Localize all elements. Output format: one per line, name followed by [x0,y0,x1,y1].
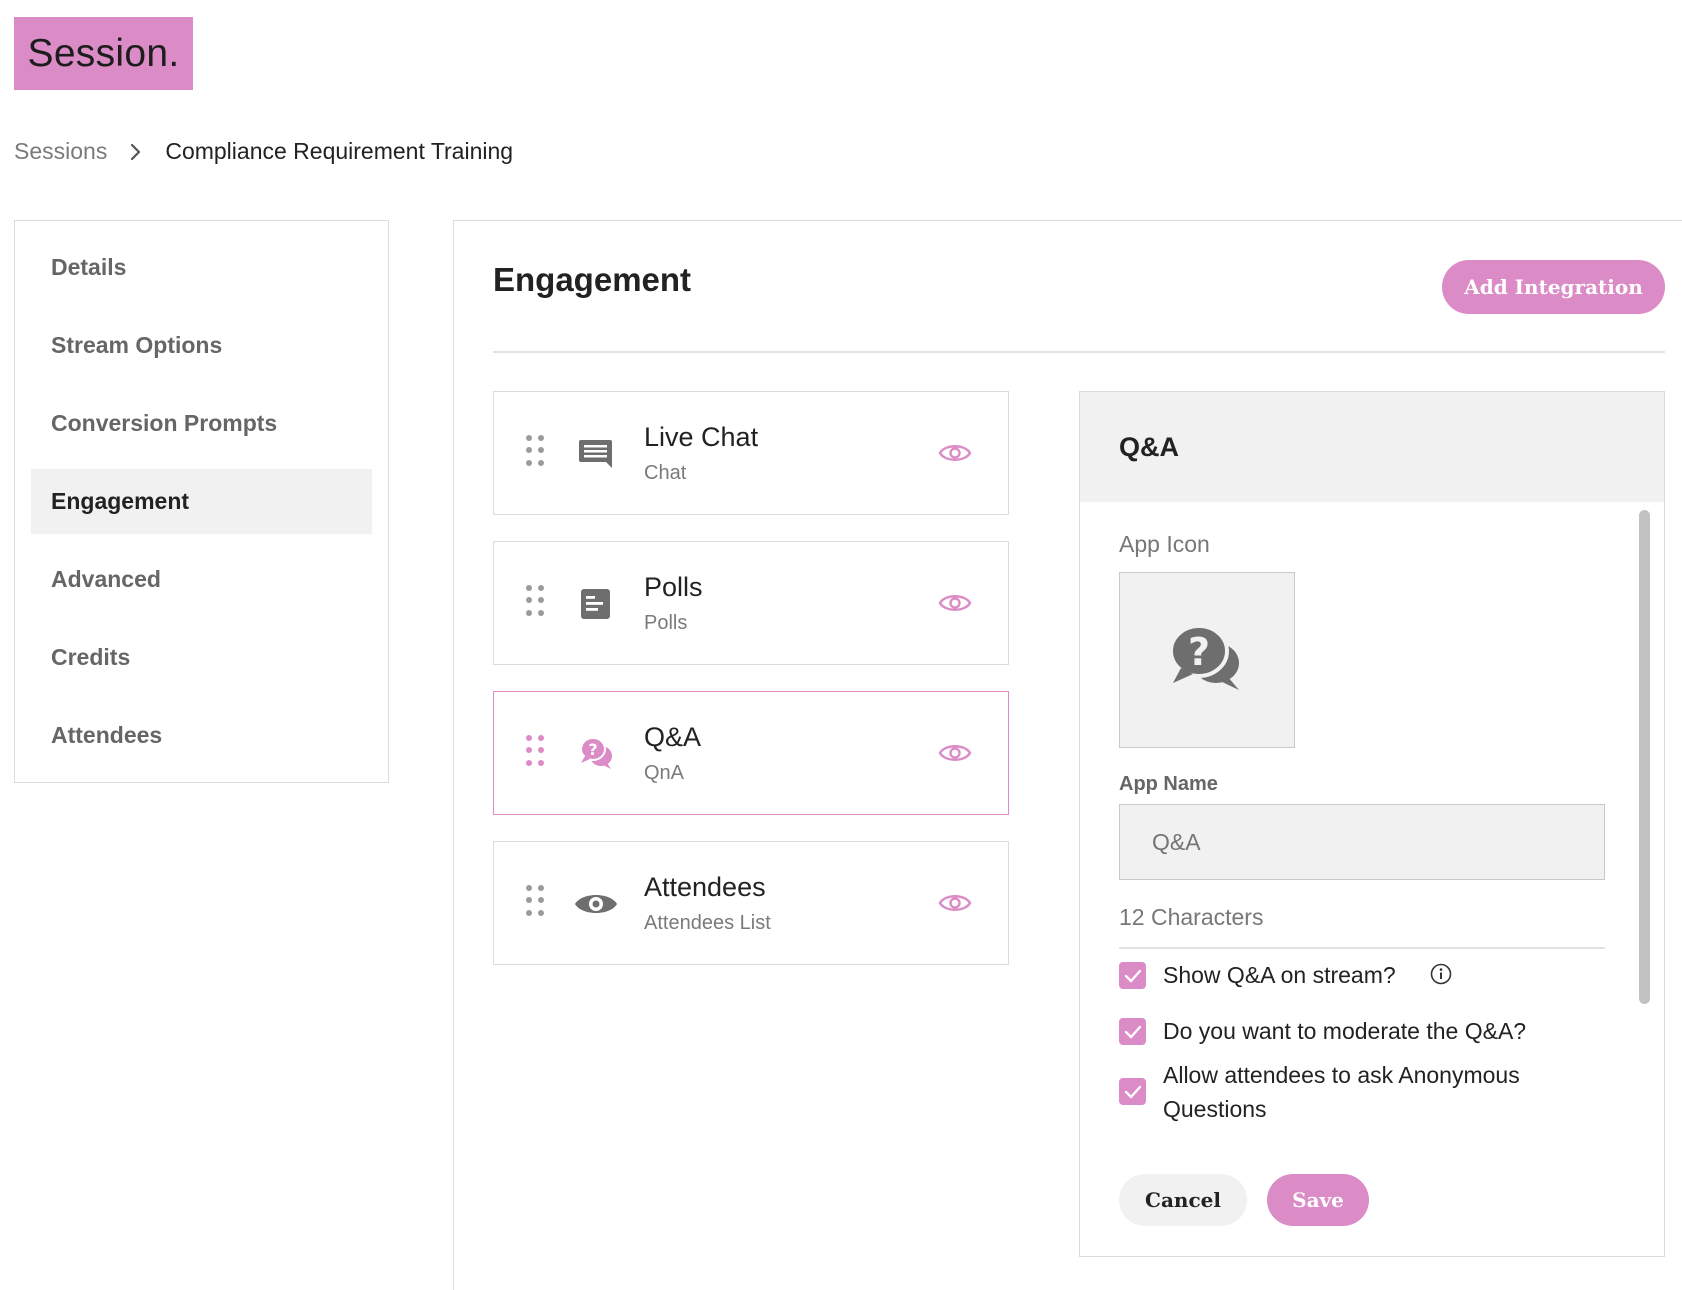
app-icon-label: App Icon [1119,531,1210,557]
question-chat-icon: ? [574,732,618,776]
drag-handle-icon[interactable] [526,885,546,917]
add-integration-button[interactable]: Add Integration [1442,260,1665,314]
option-label: Do you want to moderate the Q&A? [1163,1018,1527,1044]
character-count: 12 Characters [1119,904,1264,930]
app-icon-picker[interactable]: ? [1119,572,1295,748]
anonymous-questions-checkbox[interactable] [1119,1078,1146,1105]
sidebar-item-label: Engagement [51,488,190,514]
app-card-title: Polls [644,572,703,602]
app-card-live-chat[interactable]: Live Chat Chat [493,391,1009,515]
qna-settings-panel: Q&A App Icon ? App Name 12 Characters Sh… [1079,391,1665,1257]
logo-text: Session. [27,31,180,75]
save-button[interactable]: Save [1267,1174,1369,1226]
sidebar-item-conversion-prompts[interactable]: Conversion Prompts [31,391,372,456]
sidebar-item-label: Advanced [51,566,161,592]
drag-handle-icon[interactable] [526,735,546,767]
sidebar-item-attendees[interactable]: Attendees [31,703,372,768]
sidebar-item-engagement[interactable]: Engagement [31,469,372,534]
option-label: Allow attendees to ask Anonymous Questio… [1163,1062,1520,1122]
app-card-subtitle: QnA [644,762,685,784]
sidebar-item-stream-options[interactable]: Stream Options [31,313,372,378]
app-card-title: Attendees [644,872,766,902]
app-card-qna[interactable]: ? Q&A QnA [493,691,1009,815]
engagement-section: Engagement Add Integration Live Chat Cha… [453,220,1682,1290]
breadcrumb-sessions-link[interactable]: Sessions [14,138,107,165]
app-card-subtitle: Polls [644,612,688,634]
sidebar-item-label: Details [51,254,127,280]
eye-icon [574,882,618,926]
chat-icon [574,432,618,476]
breadcrumb: Sessions Compliance Requirement Training [14,138,513,165]
moderate-qna-checkbox[interactable] [1119,1018,1146,1045]
option-show-on-stream: Show Q&A on stream? [1119,958,1452,992]
drag-handle-icon[interactable] [526,435,546,467]
poll-icon [574,582,618,626]
divider [1119,947,1605,949]
sidebar-item-credits[interactable]: Credits [31,625,372,690]
app-card-title: Live Chat [644,422,759,452]
app-card-subtitle: Attendees List [644,912,771,934]
panel-scrollbar[interactable] [1636,502,1651,1142]
app-card-polls[interactable]: Polls Polls [493,541,1009,665]
show-on-stream-checkbox[interactable] [1119,962,1146,989]
app-name-input[interactable] [1119,804,1605,880]
visibility-eye-icon[interactable] [938,888,972,918]
session-logo[interactable]: Session. [14,17,193,90]
info-icon[interactable] [1430,963,1452,985]
sidebar-item-label: Stream Options [51,332,223,358]
page-title: Engagement [493,261,692,298]
sidebar-item-label: Credits [51,644,131,670]
question-chat-icon: ? [1165,620,1249,701]
scrollbar-thumb[interactable] [1639,510,1650,1004]
app-card-subtitle: Chat [644,462,687,484]
divider [493,351,1665,353]
panel-header: Q&A [1080,392,1664,502]
svg-text:?: ? [588,740,597,759]
chevron-right-icon [129,142,143,162]
svg-text:?: ? [1188,630,1210,674]
option-moderate-qna: Do you want to moderate the Q&A? [1119,1014,1526,1048]
visibility-eye-icon[interactable] [938,738,972,768]
sidebar-item-label: Conversion Prompts [51,410,278,436]
sidebar-item-details[interactable]: Details [31,235,372,300]
app-name-label: App Name [1119,773,1218,795]
cancel-button[interactable]: Cancel [1119,1174,1247,1226]
sidebar-item-advanced[interactable]: Advanced [31,547,372,612]
drag-handle-icon[interactable] [526,585,546,617]
app-card-title: Q&A [644,722,702,752]
sidebar-item-label: Attendees [51,722,163,748]
panel-title: Q&A [1119,431,1179,462]
sidebar: Details Stream Options Conversion Prompt… [14,220,389,783]
breadcrumb-current: Compliance Requirement Training [165,138,514,164]
app-card-attendees[interactable]: Attendees Attendees List [493,841,1009,965]
visibility-eye-icon[interactable] [938,438,972,468]
option-label: Show Q&A on stream? [1163,962,1396,988]
option-anonymous-questions: Allow attendees to ask Anonymous Questio… [1119,1058,1543,1126]
visibility-eye-icon[interactable] [938,588,972,618]
